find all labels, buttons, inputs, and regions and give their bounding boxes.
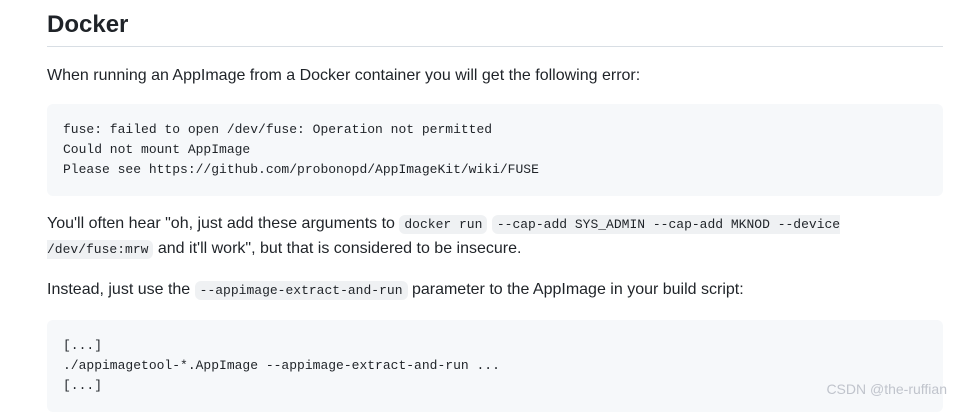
inline-code-extract-and-run: --appimage-extract-and-run xyxy=(194,281,408,300)
code-line: [...] xyxy=(63,378,103,393)
error-code-block[interactable]: fuse: failed to open /dev/fuse: Operatio… xyxy=(47,104,943,196)
paragraph-text: Instead, just use the xyxy=(47,281,195,298)
code-line: Please see https://github.com/probonopd/… xyxy=(63,162,539,177)
build-script-code-block[interactable]: [...] ./appimagetool-*.AppImage --appimag… xyxy=(47,320,943,412)
paragraph-text: parameter to the AppImage in your build … xyxy=(407,281,744,298)
inline-code-docker-run: docker run xyxy=(399,215,488,234)
paragraph-text: and it'll work", but that is considered … xyxy=(153,240,522,257)
instead-paragraph: Instead, just use the --appimage-extract… xyxy=(47,278,943,303)
arguments-paragraph: You'll often hear "oh, just add these ar… xyxy=(47,212,943,262)
paragraph-text: You'll often hear "oh, just add these ar… xyxy=(47,215,400,232)
document-body: Docker When running an AppImage from a D… xyxy=(47,0,943,412)
code-line: ./appimagetool-*.AppImage --appimage-ext… xyxy=(63,358,500,373)
code-line: [...] xyxy=(63,338,103,353)
intro-paragraph: When running an AppImage from a Docker c… xyxy=(47,67,641,84)
csdn-watermark: CSDN @the-ruffian xyxy=(826,381,947,397)
code-line: fuse: failed to open /dev/fuse: Operatio… xyxy=(63,122,493,137)
code-line: Could not mount AppImage xyxy=(63,142,251,157)
section-heading: Docker xyxy=(47,0,943,47)
